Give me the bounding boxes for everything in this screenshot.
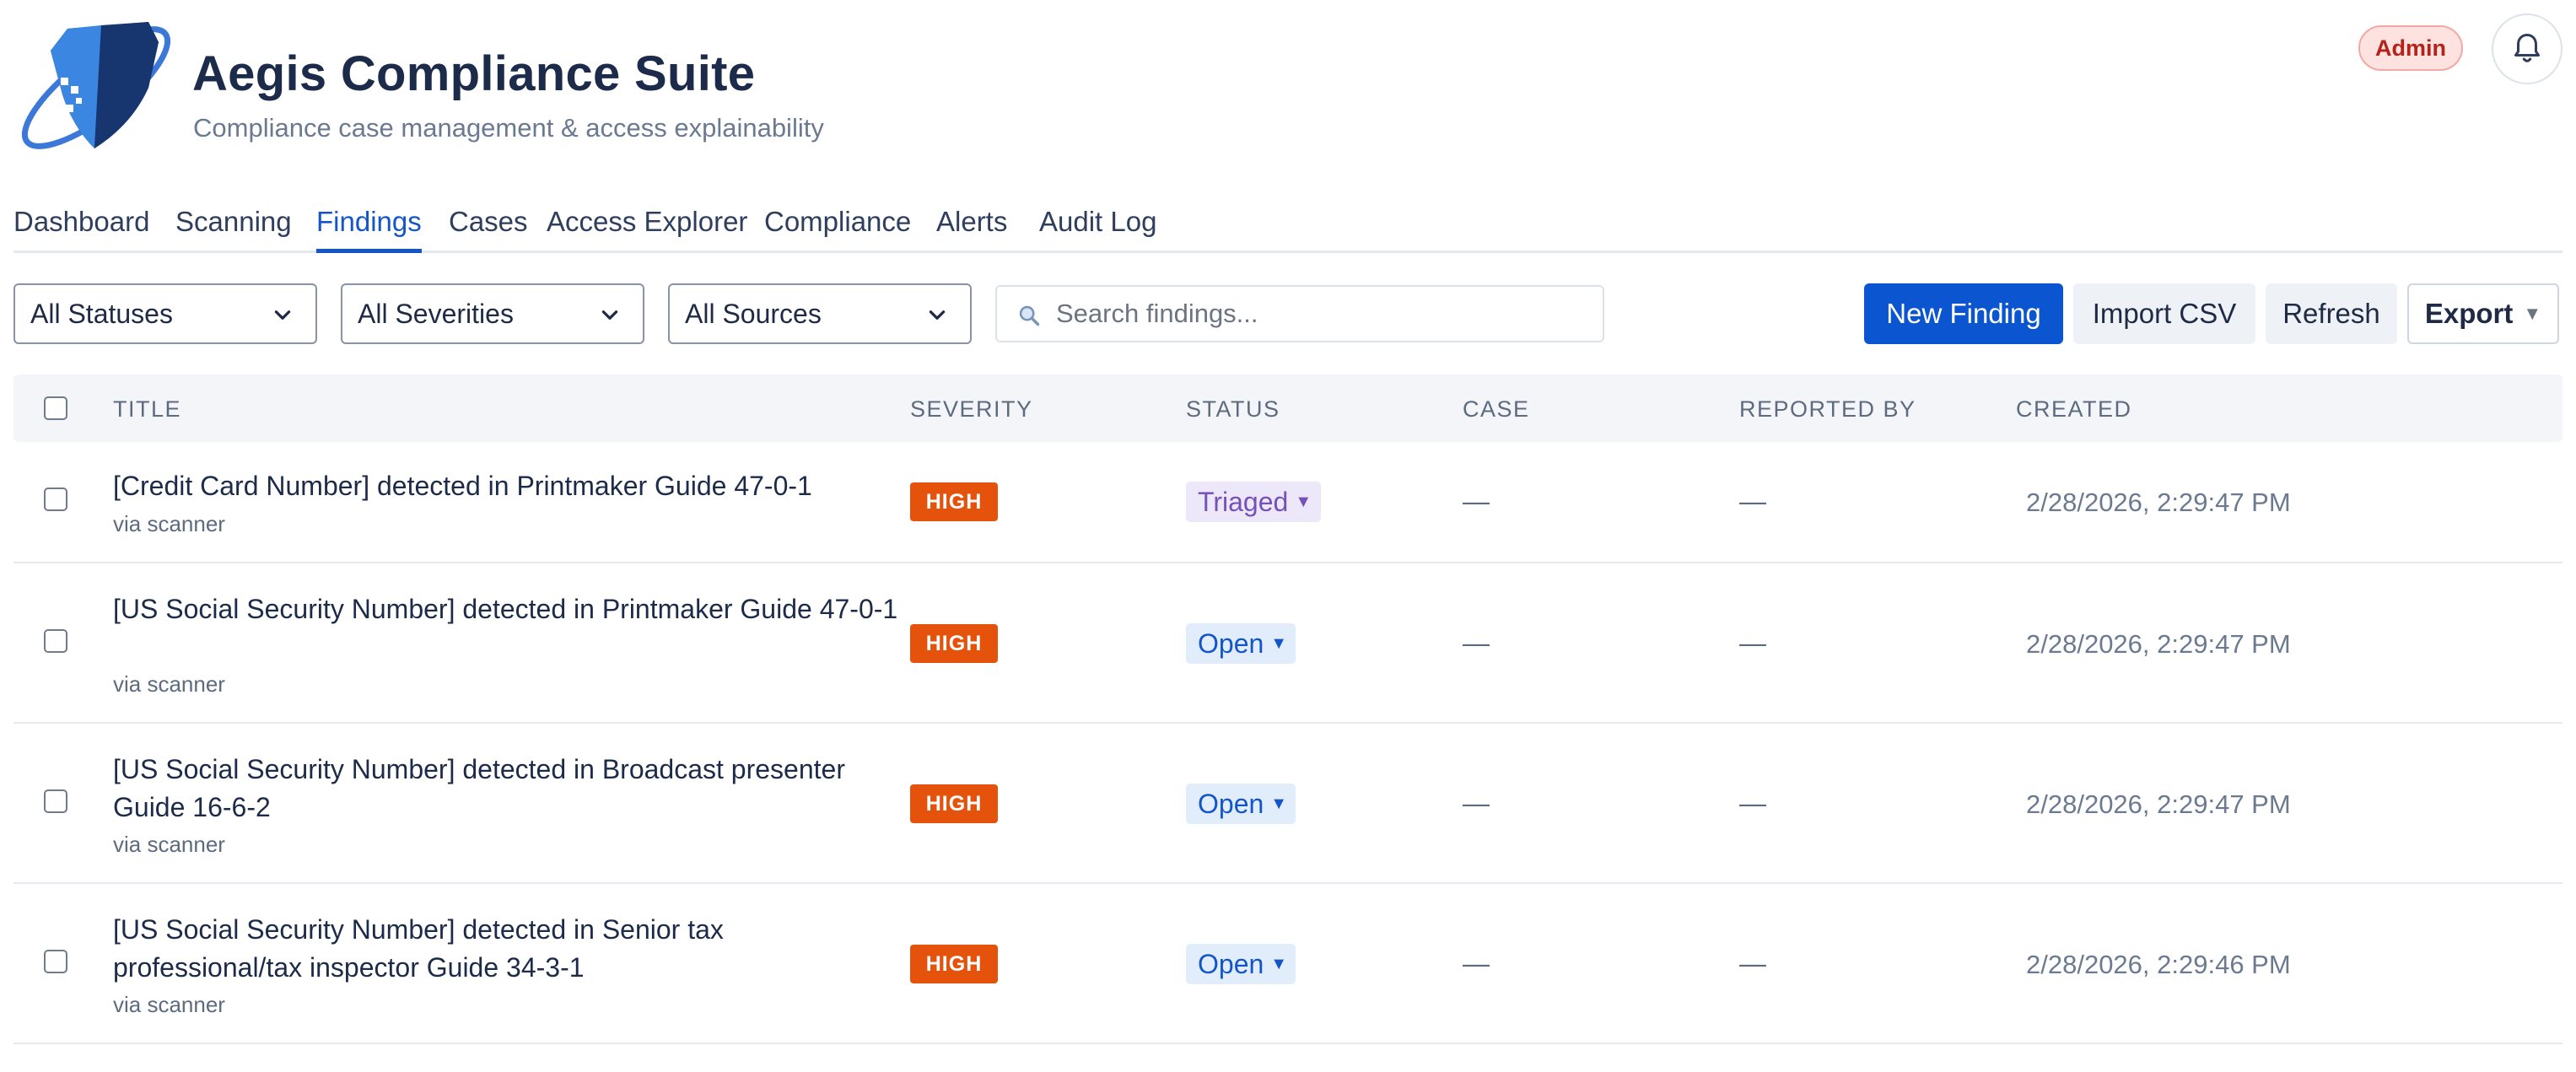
table-header: TITLE SEVERITY STATUS CASE REPORTED BY C…	[13, 374, 2563, 442]
case-value: —	[1463, 948, 1490, 978]
refresh-button[interactable]: Refresh	[2266, 283, 2397, 344]
status-filter-value: All Statuses	[30, 298, 173, 329]
tab-dashboard[interactable]: Dashboard	[13, 202, 149, 253]
reported-by-value: —	[1739, 628, 1766, 658]
source-filter-select[interactable]: All Sources	[668, 283, 972, 344]
table-row[interactable]: [US Social Security Number] detected in …	[13, 563, 2563, 724]
reported-by-value: —	[1739, 788, 1766, 818]
created-timestamp: 2/28/2026, 2:29:46 PM	[2026, 950, 2291, 979]
main-tabs: Dashboard Scanning Findings Cases Access…	[13, 202, 2563, 253]
caret-down-icon: ▼	[1270, 633, 1288, 653]
status-dropdown[interactable]: Open ▼	[1186, 784, 1296, 824]
row-checkbox[interactable]	[44, 488, 67, 511]
caret-down-icon: ▼	[1270, 794, 1288, 813]
new-finding-button[interactable]: New Finding	[1864, 283, 2063, 344]
created-timestamp: 2/28/2026, 2:29:47 PM	[2026, 488, 2291, 517]
finding-title-link[interactable]: [US Social Security Number] detected in …	[113, 751, 906, 827]
export-label: Export	[2424, 298, 2514, 329]
chevron-down-icon	[601, 310, 618, 320]
finding-source: via scanner	[113, 832, 225, 857]
finding-title-link[interactable]: [US Social Security Number] detected in …	[113, 590, 906, 628]
finding-source: via scanner	[113, 511, 225, 536]
chevron-down-icon	[929, 310, 946, 320]
status-label: Open	[1198, 628, 1264, 659]
created-timestamp: 2/28/2026, 2:29:47 PM	[2026, 789, 2291, 819]
app-subtitle: Compliance case management & access expl…	[193, 113, 824, 143]
tab-compliance[interactable]: Compliance	[764, 202, 911, 253]
app-header: Aegis Compliance Suite Compliance case m…	[13, 13, 2563, 157]
tab-audit-log[interactable]: Audit Log	[1039, 202, 1156, 253]
caret-down-icon: ▼	[1270, 954, 1288, 973]
column-header-reported-by[interactable]: REPORTED BY	[1739, 396, 1916, 423]
status-dropdown[interactable]: Open ▼	[1186, 623, 1296, 664]
created-timestamp: 2/28/2026, 2:29:47 PM	[2026, 629, 2291, 659]
case-value: —	[1463, 628, 1490, 658]
finding-source: via scanner	[113, 992, 225, 1017]
status-dropdown[interactable]: Open ▼	[1186, 944, 1296, 984]
status-label: Open	[1198, 948, 1264, 979]
search-input[interactable]	[1056, 287, 1596, 341]
table-row[interactable]: [US Social Security Number] detected in …	[13, 724, 2563, 884]
status-filter-select[interactable]: All Statuses	[13, 283, 317, 344]
table-row[interactable]: [US Social Security Number] detected in …	[13, 884, 2563, 1044]
search-box	[995, 285, 1604, 342]
reported-by-value: —	[1739, 948, 1766, 978]
shield-logo-icon	[21, 22, 171, 149]
role-badge: Admin	[2358, 25, 2463, 71]
severity-badge: HIGH	[910, 624, 998, 663]
finding-title-link[interactable]: [Credit Card Number] detected in Printma…	[113, 467, 906, 505]
finding-source: via scanner	[113, 671, 225, 697]
select-all-checkbox[interactable]	[44, 396, 67, 420]
tab-alerts[interactable]: Alerts	[936, 202, 1007, 253]
search-icon	[1019, 305, 1040, 326]
tab-access-explorer[interactable]: Access Explorer	[547, 202, 747, 253]
column-header-status[interactable]: STATUS	[1186, 396, 1280, 423]
severity-filter-value: All Severities	[358, 298, 514, 329]
tab-cases[interactable]: Cases	[449, 202, 528, 253]
finding-title-link[interactable]: [US Social Security Number] detected in …	[113, 911, 906, 987]
app-title: Aegis Compliance Suite	[192, 46, 756, 101]
case-value: —	[1463, 486, 1490, 516]
case-value: —	[1463, 788, 1490, 818]
row-checkbox[interactable]	[44, 950, 67, 973]
severity-filter-select[interactable]: All Severities	[341, 283, 644, 344]
export-button[interactable]: Export ▼	[2407, 283, 2559, 344]
severity-badge: HIGH	[910, 945, 998, 983]
status-dropdown[interactable]: Triaged ▼	[1186, 482, 1321, 522]
column-header-case[interactable]: CASE	[1463, 396, 1530, 423]
table-row[interactable]: [Credit Card Number] detected in Printma…	[13, 442, 2563, 563]
severity-badge: HIGH	[910, 784, 998, 823]
reported-by-value: —	[1739, 486, 1766, 516]
import-csv-button[interactable]: Import CSV	[2073, 283, 2255, 344]
column-header-created[interactable]: CREATED	[2016, 396, 2132, 423]
notifications-button[interactable]	[2492, 13, 2563, 84]
tab-scanning[interactable]: Scanning	[175, 202, 292, 253]
tab-findings[interactable]: Findings	[316, 202, 422, 253]
column-header-title[interactable]: TITLE	[113, 396, 181, 423]
chevron-down-icon	[274, 310, 291, 320]
status-label: Triaged	[1198, 486, 1289, 517]
row-checbox[interactable]	[44, 629, 67, 653]
status-label: Open	[1198, 788, 1264, 819]
caret-down-icon: ▼	[1295, 492, 1312, 511]
severity-badge: HIGH	[910, 482, 998, 521]
row-checkbox[interactable]	[44, 789, 67, 813]
source-filter-value: All Sources	[685, 298, 822, 329]
column-header-severity[interactable]: SEVERITY	[910, 396, 1033, 423]
caret-down-icon: ▼	[2523, 303, 2542, 324]
bell-icon	[2514, 34, 2540, 62]
